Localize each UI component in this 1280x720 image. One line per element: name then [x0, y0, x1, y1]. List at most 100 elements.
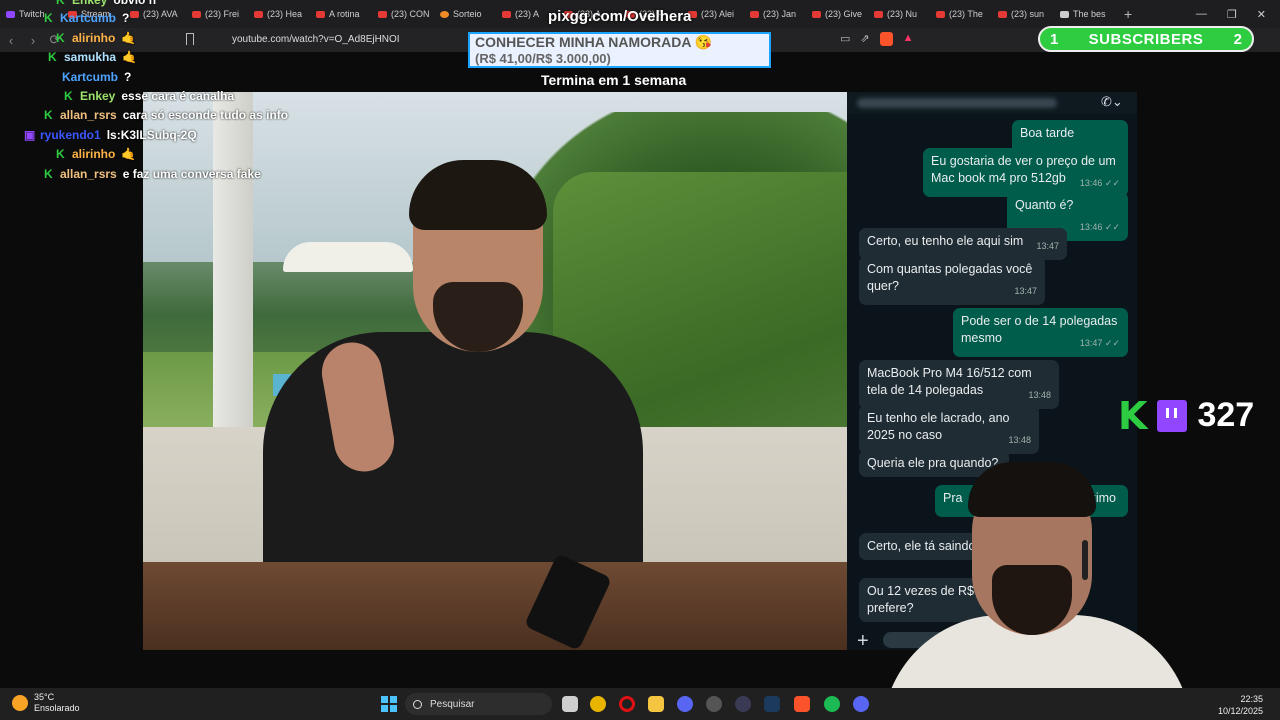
youtube-icon [936, 10, 945, 18]
screen: Twitch Stream (23) AVA (23) Frei (23) Hea A r… [0, 0, 1280, 720]
chat-message: K Kartcumb? [44, 11, 129, 25]
message-text: Certo, eu tenho ele aqui sim [867, 234, 1024, 248]
browser-tab[interactable]: (23) Hea [248, 2, 310, 26]
youtube-icon [254, 10, 263, 18]
cast-icon[interactable]: ▭ [840, 32, 850, 46]
chat-message: Ksamukha 🤙 [48, 50, 137, 64]
discord-icon[interactable] [853, 696, 869, 712]
incoming-message: Com quantas polegadas você quer? 13:47 [859, 256, 1045, 305]
browser-tab[interactable]: Sorteio [434, 2, 496, 26]
obs-icon[interactable] [706, 696, 722, 712]
chat-message: Kallan_rsrs e faz uma conversa fake [44, 167, 261, 181]
kick-badge-icon: K [44, 167, 53, 181]
youtube-icon [812, 10, 821, 18]
rewards-icon[interactable]: ▲ [903, 32, 914, 46]
chat-text: esse cara é canalha [121, 89, 235, 103]
browser-tab[interactable]: (23) sun [992, 2, 1054, 26]
browser-tab[interactable]: (23) Nu [868, 2, 930, 26]
weather-temp: 35°C [34, 692, 55, 702]
chat-text: e faz uma conversa fake [122, 167, 261, 181]
tab-label: (23) AVA [143, 9, 178, 19]
tab-label: A rotina [329, 9, 360, 19]
chat-message: ▣ ryukendo1 ls:K3lLSubq-2Q [24, 128, 197, 142]
youtube-icon [192, 10, 201, 18]
diamond-icon [1060, 10, 1069, 18]
chat-username[interactable]: Kartcumb [60, 11, 116, 25]
youtube-icon [502, 10, 511, 18]
pix-title: pixgg.com/Ovelhera [548, 8, 692, 25]
chat-username[interactable]: alirinho [72, 31, 115, 45]
kick-badge-icon: K [56, 0, 65, 7]
viewer-count: 327 [1197, 396, 1255, 434]
chat-username[interactable]: Enkey [80, 89, 115, 103]
restore-icon[interactable]: ❐ [1227, 8, 1237, 21]
tab-label: Twitch [19, 9, 45, 19]
app-icon[interactable] [677, 696, 693, 712]
browser-tab[interactable]: (23) Jan [744, 2, 806, 26]
clock-time: 22:35 [1240, 694, 1264, 704]
browser-tab[interactable]: (23) Give [806, 2, 868, 26]
windows-start-icon[interactable] [381, 696, 397, 712]
tab-label: Sorteio [453, 9, 482, 19]
twitch-icon [1157, 399, 1188, 432]
chat-message: K Enkey esse cara é canalha [64, 89, 234, 103]
weather-widget[interactable]: 35°C Ensolarado [12, 692, 80, 714]
goal-amount: (R$ 41,00/R$ 3.000,00) [475, 51, 611, 66]
clock-date: 10/12/2025 [1218, 706, 1264, 716]
call-icon[interactable]: ✆⌄ [1101, 94, 1123, 110]
message-text: Boa tarde [1020, 126, 1075, 140]
chat-text: ls:K3lLSubq-2Q [106, 128, 197, 142]
outgoing-message: Eu gostaria de ver o preço de um Mac boo… [923, 148, 1128, 197]
share-icon[interactable]: ⇗ [860, 32, 869, 46]
system-clock[interactable]: 22:35 10/12/2025 [1218, 693, 1263, 717]
chat-username[interactable]: ryukendo1 [40, 128, 101, 142]
chat-username[interactable]: alirinho [72, 147, 115, 161]
chat-username[interactable]: Kartcumb [62, 70, 118, 84]
spotify-icon[interactable] [824, 696, 840, 712]
outgoing-message: Pode ser o de 14 polegadas mesmo 13:47 [953, 308, 1128, 357]
window-controls: — ❐ ✕ [1196, 0, 1280, 28]
folder-icon[interactable] [648, 696, 664, 712]
minimize-icon[interactable]: — [1196, 8, 1207, 20]
chat-username[interactable]: samukha [64, 50, 116, 64]
tab-label: (23) Frei [205, 9, 240, 19]
brave-icon[interactable] [794, 696, 810, 712]
chat-text: 🤙 [121, 31, 137, 45]
message-time: 13:48 [1008, 435, 1031, 445]
webcam [862, 450, 1210, 720]
message-time: 13:46 [1080, 175, 1120, 192]
browser-tab[interactable]: (23) The [930, 2, 992, 26]
opera-icon[interactable] [619, 696, 635, 712]
browser-tab[interactable]: (23) Frei [186, 2, 248, 26]
browser-tab[interactable]: The bes [1054, 2, 1116, 26]
message-text: MacBook Pro M4 16/512 com tela de 14 pol… [867, 366, 1032, 397]
steam-icon[interactable] [764, 696, 780, 712]
subscriber-goal: 1 SUBSCRIBERS 2 [1038, 26, 1254, 52]
chat-username[interactable]: Enkey [72, 0, 107, 7]
youtube-icon [130, 10, 139, 18]
chat-message: Kallan_rsrs cara só esconde tudo as info [44, 108, 288, 122]
orange-icon [440, 10, 449, 18]
forward-icon[interactable]: › [22, 33, 44, 48]
chat-username[interactable]: allan_rsrs [60, 167, 117, 181]
taskbar-search[interactable]: Pesquisar [405, 693, 552, 715]
brave-shield-icon[interactable] [879, 32, 893, 46]
arrow-app-icon[interactable] [735, 696, 751, 712]
browser-tab[interactable]: A rotina [310, 2, 372, 26]
new-tab-icon[interactable]: + [1124, 6, 1132, 22]
file-icon[interactable] [562, 696, 578, 712]
bookmark-icon[interactable] [186, 33, 194, 45]
chrome-icon[interactable] [590, 696, 606, 712]
chat-message: Kalirinho 🤙 [56, 31, 136, 45]
weather-condition: Ensolarado [34, 703, 80, 713]
tab-label: (23) Hea [267, 9, 303, 19]
chat-text: cara só esconde tudo as info [122, 108, 289, 122]
youtube-icon [750, 10, 759, 18]
chat-text: 🤙 [122, 50, 137, 64]
close-icon[interactable]: ✕ [1257, 8, 1266, 21]
chat-username[interactable]: allan_rsrs [60, 108, 117, 122]
chat-text: ? [124, 70, 132, 84]
whatsapp-header: ✆⌄ [847, 92, 1137, 114]
back-icon[interactable]: ‹ [0, 33, 22, 48]
browser-tab[interactable]: (23) CON [372, 2, 434, 26]
